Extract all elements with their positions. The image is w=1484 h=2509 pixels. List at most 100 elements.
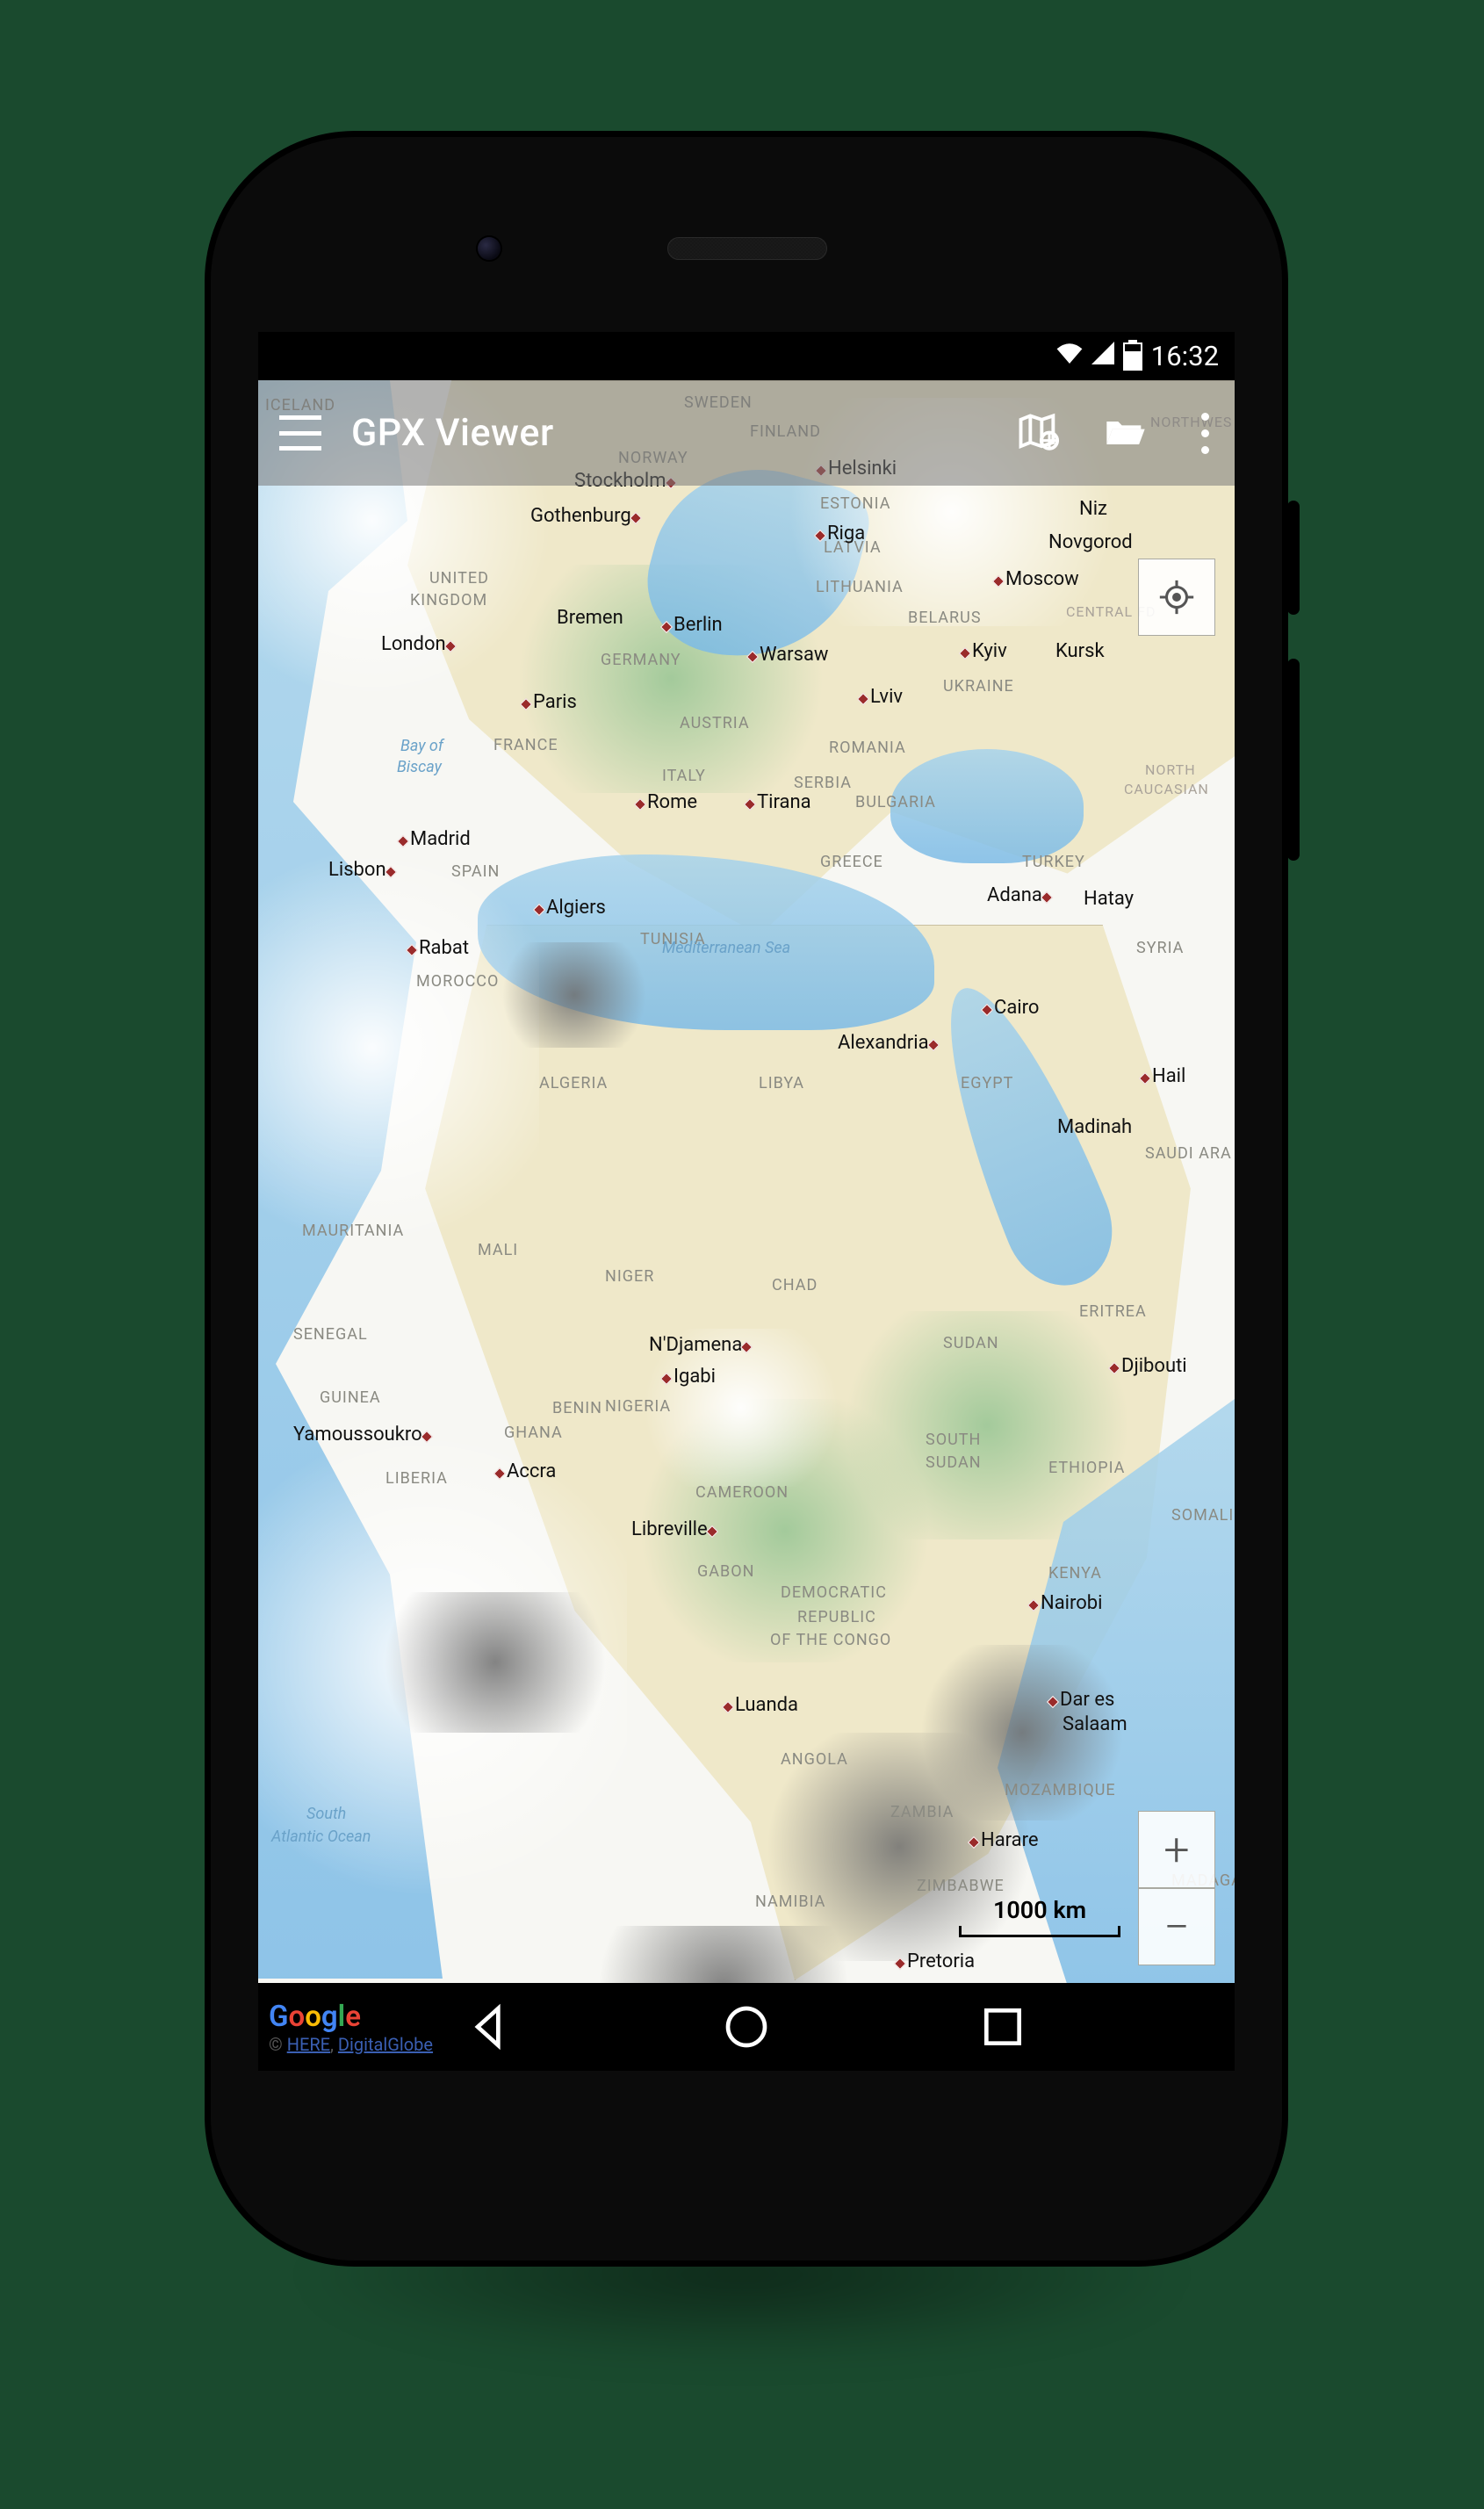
label-city: Dar es (1060, 1689, 1114, 1711)
label-water: Biscay (397, 758, 442, 776)
app-bar: GPX Viewer (258, 380, 1235, 486)
label-country: OF THE CONGO (770, 1631, 891, 1649)
nav-recent-icon[interactable] (978, 2002, 1027, 2051)
label-country: NIGERIA (605, 1397, 671, 1416)
label-city: Rabat (419, 937, 469, 959)
map-canvas[interactable]: ICELAND SWEDEN FINLAND NORWAY ESTONIA LA… (258, 380, 1235, 1983)
label-city: Harare (981, 1829, 1039, 1851)
label-country: SUDAN (943, 1334, 999, 1352)
label-country: SERBIA (794, 774, 852, 792)
my-location-button[interactable] (1138, 559, 1215, 636)
label-city: Berlin (674, 614, 723, 636)
label-country: TURKEY (1022, 853, 1085, 871)
label-country: MOROCCO (416, 972, 499, 991)
scale-bar: 1000 km (959, 1896, 1120, 1937)
overflow-menu-icon[interactable] (1191, 413, 1219, 454)
label-city: Riga (827, 523, 865, 544)
label-country: SENEGAL (293, 1325, 368, 1344)
label-city: Gothenburg (530, 505, 631, 527)
label-region: CAUCASIAN (1124, 781, 1209, 797)
label-city: Nairobi (1041, 1592, 1103, 1614)
label-country: UKRAINE (943, 677, 1014, 696)
label-country: DEMOCRATIC (781, 1583, 887, 1602)
label-country: LITHUANIA (816, 578, 904, 596)
label-country: NAMIBIA (755, 1893, 825, 1911)
phone-frame: 16:32 (205, 132, 1287, 2266)
google-logo: Google (269, 2000, 361, 2034)
android-nav-bar (258, 1983, 1235, 2071)
attribution-text: © HERE, DigitalGlobe (269, 2034, 433, 2055)
label-country: GABON (697, 1562, 754, 1581)
label-city: Algiers (546, 897, 606, 919)
battery-icon (1123, 342, 1142, 371)
label-city: Pretoria (907, 1950, 975, 1972)
label-country: SAUDI ARA (1145, 1144, 1232, 1163)
label-country: SOUTH (926, 1431, 981, 1449)
nav-home-icon[interactable] (722, 2002, 771, 2051)
label-country: REPUBLIC (797, 1608, 876, 1626)
label-country: SUDAN (926, 1453, 982, 1472)
clock-text: 16:32 (1151, 340, 1219, 372)
label-city: Libreville (631, 1518, 708, 1540)
label-city: Accra (507, 1460, 556, 1482)
label-city: Lisbon (328, 859, 386, 881)
label-water: Mediterranean Sea (662, 939, 790, 957)
label-country: MAURITANIA (302, 1222, 404, 1240)
label-city: Bremen (557, 607, 623, 629)
label-city: Madrid (410, 828, 471, 850)
device-screen: 16:32 (258, 332, 1235, 2071)
nav-back-icon[interactable] (465, 2002, 515, 2051)
zoom-in-button[interactable]: + (1138, 1811, 1215, 1888)
label-city: Alexandria (838, 1032, 929, 1054)
attribution-link-dg[interactable]: DigitalGlobe (338, 2034, 433, 2055)
label-city: Warsaw (760, 644, 828, 666)
label-city: Luanda (735, 1694, 798, 1716)
label-country: AUSTRIA (680, 714, 750, 732)
label-country: EGYPT (961, 1074, 1013, 1092)
scale-label: 1000 km (959, 1896, 1120, 1924)
label-water: Bay of (400, 737, 443, 755)
label-country: GHANA (504, 1424, 563, 1442)
label-country: LIBERIA (385, 1469, 448, 1488)
label-country: KENYA (1048, 1564, 1102, 1583)
label-city: Lviv (870, 686, 903, 708)
label-country: GUINEA (320, 1388, 381, 1407)
label-country: FRANCE (493, 736, 558, 754)
label-country: GERMANY (601, 651, 681, 669)
label-region: NORTH (1145, 761, 1196, 778)
label-water: Atlantic Ocean (271, 1828, 371, 1846)
label-city: Kyiv (972, 640, 1007, 662)
label-country: SPAIN (451, 862, 500, 881)
label-country: ESTONIA (820, 494, 890, 513)
label-city: Igabi (674, 1366, 716, 1388)
label-country: NIGER (605, 1267, 654, 1286)
label-country: MALI (478, 1241, 518, 1259)
label-country: UNITED (429, 569, 489, 588)
folder-open-icon[interactable] (1103, 410, 1149, 456)
label-city: Novgorod (1048, 531, 1133, 553)
label-country: ITALY (662, 767, 706, 785)
label-city: Cairo (994, 997, 1039, 1019)
map-layers-icon[interactable] (1015, 410, 1061, 456)
label-country: ALGERIA (539, 1074, 608, 1092)
wifi-icon (1056, 342, 1083, 370)
label-country: KINGDOM (410, 591, 487, 609)
label-country: BULGARIA (855, 793, 936, 811)
label-city: Hatay (1084, 888, 1134, 910)
attribution-link-here[interactable]: HERE (287, 2034, 330, 2055)
label-city: Tirana (757, 791, 811, 813)
label-country: ZAMBIA (890, 1803, 954, 1821)
label-water: South (306, 1805, 346, 1823)
zoom-out-button[interactable]: − (1138, 1888, 1215, 1965)
label-country: SOMALI (1171, 1506, 1234, 1525)
app-title: GPX Viewer (351, 411, 985, 455)
cell-signal-icon (1091, 342, 1114, 371)
label-city: Hail (1152, 1065, 1185, 1087)
menu-icon[interactable] (279, 415, 321, 451)
label-country: BENIN (552, 1399, 602, 1417)
label-city: Paris (533, 691, 577, 713)
map-labels: ICELAND SWEDEN FINLAND NORWAY ESTONIA LA… (258, 380, 1235, 1983)
label-city: N'Djamena (649, 1334, 742, 1356)
label-country: MOZAMBIQUE (1005, 1781, 1116, 1799)
label-city: Madinah (1057, 1116, 1132, 1138)
